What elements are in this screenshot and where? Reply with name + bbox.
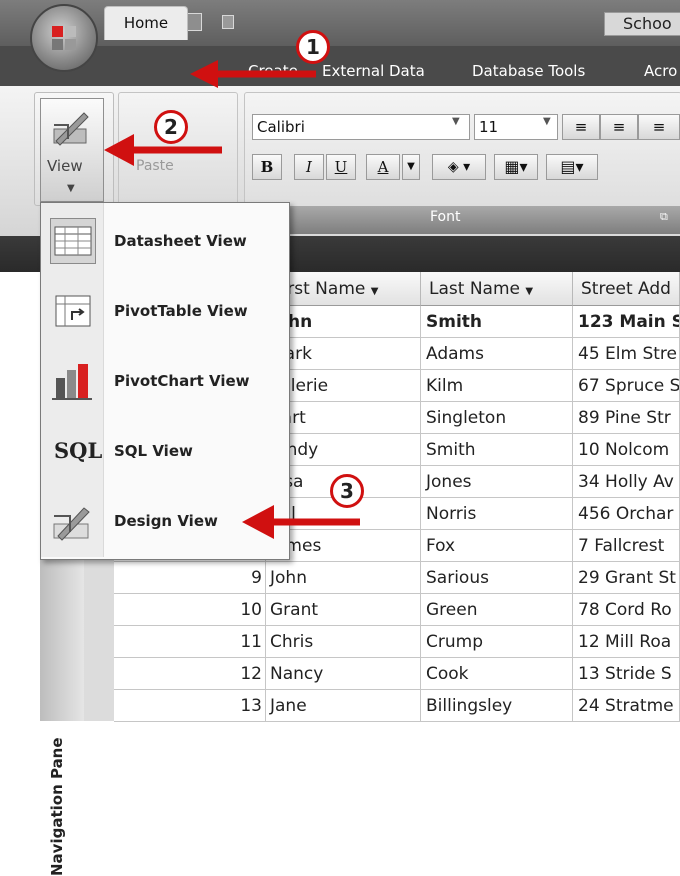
cell-last-name[interactable]: Smith <box>421 306 573 338</box>
menu-item-pivottable-view[interactable]: PivotTable View <box>40 276 288 346</box>
chevron-down-icon[interactable]: ▼ <box>371 286 379 297</box>
tab-home[interactable]: Home <box>104 6 188 40</box>
cell-last-name[interactable]: Crump <box>421 626 573 658</box>
view-button[interactable]: View ▼ <box>40 98 104 202</box>
menu-item-label: Design View <box>114 512 218 530</box>
tab-external-data[interactable]: External Data <box>322 56 425 86</box>
view-button-label: View <box>47 157 83 175</box>
cell-street[interactable]: 29 Grant St <box>573 562 680 594</box>
cell-id[interactable]: 13 <box>114 690 266 722</box>
column-header-last-name[interactable]: Last Name ▼ <box>421 272 573 306</box>
table-row[interactable]: 11 Chris Crump 12 Mill Roa <box>114 626 680 658</box>
cell-last-name[interactable]: Singleton <box>421 402 573 434</box>
cell-street[interactable]: 123 Main S <box>573 306 680 338</box>
cell-street[interactable]: 34 Holly Av <box>573 466 680 498</box>
callout-arrow-3 <box>242 505 360 539</box>
chevron-down-icon: ▼ <box>67 183 75 194</box>
align-right-icon[interactable]: ≡ <box>638 114 680 140</box>
callout-badge-1: 1 <box>296 30 330 64</box>
font-group-footer <box>244 206 680 234</box>
table-row[interactable]: 10 Grant Green 78 Cord Ro <box>114 594 680 626</box>
menu-item-pivotchart-view[interactable]: PivotChart View <box>40 346 288 416</box>
cell-id[interactable]: 11 <box>114 626 266 658</box>
cell-street[interactable]: 456 Orchar <box>573 498 680 530</box>
cell-street[interactable]: 10 Nolcom <box>573 434 680 466</box>
office-button[interactable] <box>30 4 98 72</box>
cell-id[interactable]: 12 <box>114 658 266 690</box>
cell-first-name[interactable]: Chris <box>266 626 421 658</box>
datasheet-icon <box>50 218 96 264</box>
cell-first-name[interactable]: Nancy <box>266 658 421 690</box>
chevron-down-icon[interactable]: ▼ <box>543 116 551 127</box>
menu-item-label: PivotChart View <box>114 372 250 390</box>
font-color-button[interactable]: A <box>366 154 400 180</box>
callout-badge-2: 2 <box>154 110 188 144</box>
menu-item-sql-view[interactable]: SQL SQL View <box>40 416 288 486</box>
bold-button[interactable]: B <box>252 154 282 180</box>
tab-database-tools[interactable]: Database Tools <box>472 56 585 86</box>
chevron-down-icon[interactable]: ▼ <box>525 286 533 297</box>
align-center-icon[interactable]: ≡ <box>600 114 638 140</box>
dialog-launcher-icon[interactable]: ⧉ <box>660 210 668 224</box>
cell-last-name[interactable]: Smith <box>421 434 573 466</box>
cell-last-name[interactable]: Cook <box>421 658 573 690</box>
callout-arrow-1 <box>190 60 316 88</box>
cell-first-name[interactable]: Jane <box>266 690 421 722</box>
design-view-icon <box>53 112 89 146</box>
menu-item-label: PivotTable View <box>114 302 248 320</box>
sql-icon: SQL <box>54 438 103 463</box>
cell-last-name[interactable]: Sarious <box>421 562 573 594</box>
table-row[interactable]: 12 Nancy Cook 13 Stride S <box>114 658 680 690</box>
font-name-select[interactable]: Calibri <box>252 114 470 140</box>
cell-last-name[interactable]: Green <box>421 594 573 626</box>
alternate-fill-icon[interactable]: ▤▾ <box>546 154 598 180</box>
design-icon <box>50 498 96 544</box>
menu-item-datasheet-view[interactable]: Datasheet View <box>40 206 288 276</box>
table-row[interactable]: 13 Jane Billingsley 24 Stratme <box>114 690 680 722</box>
pivottable-icon <box>50 288 96 334</box>
cell-id[interactable]: 10 <box>114 594 266 626</box>
font-group-label: Font <box>430 209 461 225</box>
cell-street[interactable]: 7 Fallcrest <box>573 530 680 562</box>
italic-button[interactable]: I <box>294 154 324 180</box>
cell-street[interactable]: 78 Cord Ro <box>573 594 680 626</box>
chevron-down-icon[interactable]: ▼ <box>452 116 460 127</box>
office-logo-icon <box>52 26 76 50</box>
table-row[interactable]: 9 John Sarious 29 Grant St <box>114 562 680 594</box>
cell-last-name[interactable]: Jones <box>421 466 573 498</box>
cell-last-name[interactable]: Billingsley <box>421 690 573 722</box>
chevron-down-icon[interactable]: ▼ <box>402 154 420 180</box>
menu-item-label: Datasheet View <box>114 232 247 250</box>
cell-first-name[interactable]: Grant <box>266 594 421 626</box>
pivotchart-icon <box>50 358 96 404</box>
fill-color-icon[interactable]: ◈ ▾ <box>432 154 486 180</box>
cell-street[interactable]: 67 Spruce S <box>573 370 680 402</box>
alignment-buttons: ≡ ≡ ≡ <box>562 114 680 140</box>
cell-last-name[interactable]: Adams <box>421 338 573 370</box>
align-left-icon[interactable]: ≡ <box>562 114 600 140</box>
navigation-pane-label: Navigation Pane <box>48 737 66 876</box>
customize-qat-icon[interactable] <box>222 15 234 29</box>
cell-street[interactable]: 45 Elm Stre <box>573 338 680 370</box>
column-header-street-address[interactable]: Street Add <box>573 272 680 306</box>
callout-badge-3: 3 <box>330 474 364 508</box>
window-title: Schoo <box>604 12 680 36</box>
cell-first-name[interactable]: John <box>266 562 421 594</box>
cell-last-name[interactable]: Norris <box>421 498 573 530</box>
cell-street[interactable]: 12 Mill Roa <box>573 626 680 658</box>
cell-street[interactable]: 24 Stratme <box>573 690 680 722</box>
menu-item-label: SQL View <box>114 442 193 460</box>
cell-id[interactable]: 9 <box>114 562 266 594</box>
tab-acrobat[interactable]: Acro <box>644 56 677 86</box>
cell-last-name[interactable]: Fox <box>421 530 573 562</box>
cell-street[interactable]: 89 Pine Str <box>573 402 680 434</box>
cell-last-name[interactable]: Kilm <box>421 370 573 402</box>
cell-street[interactable]: 13 Stride S <box>573 658 680 690</box>
title-bar <box>0 0 680 46</box>
gridlines-icon[interactable]: ▦▾ <box>494 154 538 180</box>
underline-button[interactable]: U <box>326 154 356 180</box>
